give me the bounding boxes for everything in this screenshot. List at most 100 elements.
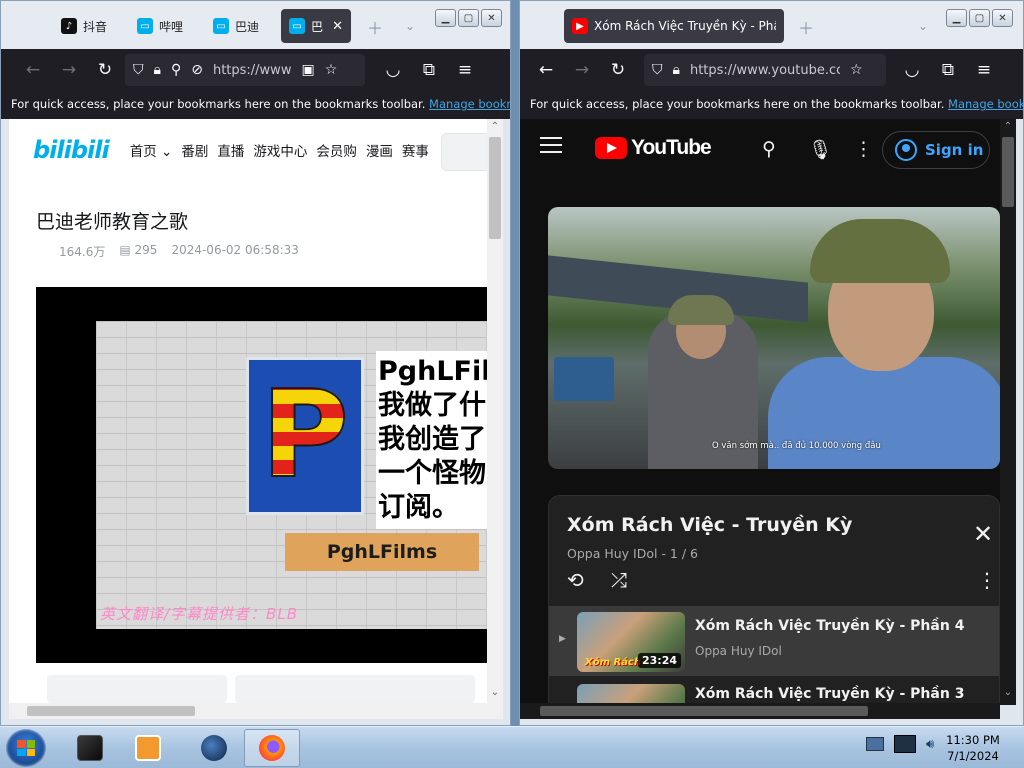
forward-icon[interactable]: → [564,60,600,80]
back-icon[interactable]: ← [528,60,564,80]
nav-game-center[interactable]: 游戏中心 [253,140,307,160]
scrollbar-thumb[interactable] [540,706,868,716]
bilibili-tv-icon: ▭ [289,18,305,34]
minimize-icon[interactable]: ▁ [435,9,456,27]
menu-icon[interactable]: ≡ [447,60,483,80]
new-tab-icon[interactable]: ＋ [367,15,383,39]
vertical-scrollbar[interactable]: ⌃ ⌄ [487,119,503,705]
lock-icon[interactable]: 🔒︎ [673,62,680,78]
close-icon[interactable]: ✕ [973,520,993,548]
playlist-item[interactable]: ▶ Xóm Rách 23:24 Xóm Rách Việc Truyền Kỳ… [549,606,999,676]
url-bar[interactable]: ⛉ 🔒︎ https://www.youtube.com ☆ [644,54,886,86]
tab-bilibili-home[interactable]: ▭ 哔哩 [129,9,195,43]
manage-bookmarks-link[interactable]: Manage bookmarks [948,97,1023,111]
taskbar-app-media-player[interactable] [120,729,176,767]
taskbar-app-firefox[interactable] [244,729,300,767]
start-button[interactable] [6,729,46,767]
more-options-icon[interactable]: ⋮ [977,568,997,592]
video-thumbnail[interactable]: Xóm Rách 23:24 [577,612,685,672]
scroll-up-icon[interactable]: ⌃ [1000,121,1016,132]
chevron-down-icon[interactable]: ⌄ [918,19,928,33]
tab-active[interactable]: ▭ 巴 ✕ [281,9,351,43]
youtube-logo[interactable]: YouTube [595,136,712,160]
video-title[interactable]: Xóm Rách Việc Truyền Kỳ - Phần 4 [695,618,964,634]
playlist-item[interactable]: Xóm Rách Việc Truyền Kỳ - Phần 3 [549,678,999,705]
permissions-icon[interactable]: ⚲ [171,62,181,78]
navigation-bar: ← → ↻ ⛉ 🔒︎ https://www.youtube.com ☆ ◡ ⧉… [520,49,1023,91]
tab-douyin[interactable]: ♪ 抖音 [53,9,121,43]
extensions-icon[interactable]: ⧉ [930,60,966,80]
video-player[interactable]: P PghLFil 我做了什 我创造了 一个怪物 订阅。 PghLFilms 英… [36,287,487,663]
video-title[interactable]: Xóm Rách Việc Truyền Kỳ - Phần 3 [695,686,964,702]
horizontal-scrollbar[interactable] [9,703,503,719]
shield-icon[interactable]: ⛉ [133,62,144,78]
taskbar-app-globe[interactable] [186,729,242,767]
vertical-scrollbar[interactable]: ⌃ ⌄ [1000,119,1016,705]
sign-in-button[interactable]: Sign in [882,131,990,169]
window-controls: ▁ ▢ ✕ [435,9,502,27]
bookmark-star-icon[interactable]: ☆ [325,62,338,78]
maximize-icon[interactable]: ▢ [969,9,990,27]
placeholder-card [47,675,227,703]
channel-name[interactable]: Oppa Huy IDol [695,644,782,658]
reload-icon[interactable]: ↻ [600,60,636,80]
tab-bilibili-video[interactable]: ▭ 巴迪 [205,9,271,43]
system-clock[interactable]: 11:30 PM 7/1/2024 [940,732,1006,764]
manage-bookmarks-link[interactable]: Manage bookmarks [429,97,510,111]
frame-promo-text: PghLFil 我做了什 我创造了 一个怪物 订阅。 [376,351,487,529]
chevron-down-icon[interactable]: ⌄ [405,19,415,33]
scrollbar-thumb[interactable] [1002,137,1014,207]
nav-vip-shop[interactable]: 会员购 [316,140,357,160]
nav-manga[interactable]: 漫画 [366,140,393,160]
shuffle-icon[interactable]: ⤮ [611,568,627,592]
nav-home[interactable]: 首页 ⌄ [130,140,173,160]
search-input[interactable] [441,133,487,171]
maximize-icon[interactable]: ▢ [458,9,479,27]
nav-esports[interactable]: 赛事 [402,140,429,160]
more-options-icon[interactable]: ⋮ [854,138,873,160]
microphone-icon[interactable]: 🎙︎ [808,138,832,161]
playlist-title[interactable]: Xóm Rách Việc - Truyền Kỳ [567,514,852,536]
autoplay-blocked-icon[interactable]: ⊘ [191,62,203,78]
video-thumbnail[interactable] [577,684,685,705]
network-icon[interactable] [894,735,916,753]
close-window-icon[interactable]: ✕ [481,9,502,27]
scroll-down-icon[interactable]: ⌄ [1000,687,1016,698]
reload-icon[interactable]: ↻ [87,60,123,80]
scene-person [768,357,1000,469]
minimize-icon[interactable]: ▁ [946,9,967,27]
menu-icon[interactable]: ≡ [966,60,1002,80]
pocket-icon[interactable]: ◡ [894,60,930,80]
speaker-icon[interactable]: 🔊︎ [926,737,934,752]
scrollbar-thumb[interactable] [27,706,195,716]
bilibili-tv-icon: ▭ [137,18,153,34]
scroll-up-icon[interactable]: ⌃ [487,121,503,132]
scroll-down-icon[interactable]: ⌄ [487,687,503,698]
forward-icon[interactable]: → [51,60,87,80]
bookmark-star-icon[interactable]: ☆ [850,62,863,78]
lock-icon[interactable]: 🔒︎ [154,62,161,78]
extensions-icon[interactable]: ⧉ [411,60,447,80]
shield-icon[interactable]: ⛉ [652,62,663,78]
video-player[interactable]: O văn sớm mà.. đã đủ 10.000 vòng đâu [548,207,1000,469]
nav-anime[interactable]: 番剧 [181,140,208,160]
horizontal-scrollbar[interactable] [520,703,1000,719]
pocket-icon[interactable]: ◡ [375,60,411,80]
search-icon[interactable]: ⚲ [762,138,776,160]
display-icon[interactable] [866,737,884,751]
loop-icon[interactable]: ⟲ [567,568,584,592]
close-window-icon[interactable]: ✕ [992,9,1013,27]
nav-live[interactable]: 直播 [217,140,244,160]
reader-view-icon[interactable]: ▣ [301,62,314,78]
tab-youtube[interactable]: ▶ Xóm Rách Việc Truyền Kỳ - Phầ [564,9,784,43]
taskbar-app-terminal[interactable] [62,729,118,767]
tab-strip: ▶ Xóm Rách Việc Truyền Kỳ - Phầ ＋ ⌄ ▁ ▢ … [520,1,1023,49]
back-icon[interactable]: ← [15,60,51,80]
scrollbar-thumb[interactable] [489,137,501,239]
new-tab-icon[interactable]: ＋ [798,15,814,39]
close-tab-icon[interactable]: ✕ [332,19,343,34]
bilibili-logo[interactable]: bilibili [33,136,110,164]
url-bar[interactable]: ⛉ 🔒︎ ⚲ ⊘ https://www ▣ ☆ [125,54,365,86]
hamburger-menu-icon[interactable] [540,137,562,158]
video-meta: 164.6万 ▤ 295 2024-06-02 06:58:33 [59,243,299,260]
